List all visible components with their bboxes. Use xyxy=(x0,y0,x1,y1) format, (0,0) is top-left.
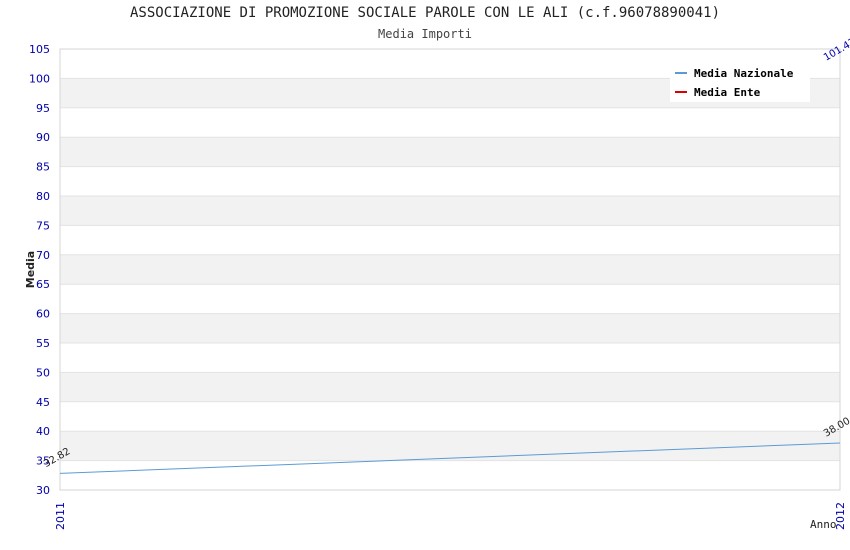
y-tick-label: 30 xyxy=(36,484,50,497)
x-axis-label: Anno xyxy=(810,518,837,531)
y-tick-label: 90 xyxy=(36,131,50,144)
y-tick-label: 85 xyxy=(36,161,50,174)
grid-band xyxy=(60,225,840,255)
y-tick-label: 40 xyxy=(36,425,50,438)
grid-band xyxy=(60,107,840,138)
y-tick-label: 105 xyxy=(29,43,50,56)
y-axis-label: Media xyxy=(24,251,37,288)
y-tick-label: 70 xyxy=(36,249,50,262)
y-tick-label: 75 xyxy=(36,219,50,232)
y-tick-label: 95 xyxy=(36,102,50,115)
grid-band xyxy=(60,166,840,196)
y-tick-label: 45 xyxy=(36,396,50,409)
grid-band xyxy=(60,196,840,226)
legend-label: Media Nazionale xyxy=(694,67,794,80)
y-tick-label: 60 xyxy=(36,308,50,321)
grid-band xyxy=(60,284,840,314)
y-tick-label: 65 xyxy=(36,278,50,291)
grid-band xyxy=(60,460,840,490)
x-tick-label: 2011 xyxy=(54,502,67,530)
grid-band xyxy=(60,401,840,432)
grid-band xyxy=(60,372,840,402)
legend-label: Media Ente xyxy=(694,86,761,99)
chart: ASSOCIAZIONE DI PROMOZIONE SOCIALE PAROL… xyxy=(0,0,850,550)
y-tick-label: 50 xyxy=(36,366,50,379)
legend: Media Nazionale Media Ente xyxy=(670,60,810,102)
grid-band xyxy=(60,343,840,373)
grid-band xyxy=(60,313,840,343)
grid-band xyxy=(60,137,840,167)
y-tick-label: 55 xyxy=(36,337,50,350)
grid-band xyxy=(60,431,840,461)
y-tick-label: 80 xyxy=(36,190,50,203)
plot-area: 30354045505560657075808590951001052011 20… xyxy=(24,37,850,531)
y-tick-label: 100 xyxy=(29,72,50,85)
grid-band xyxy=(60,254,840,285)
